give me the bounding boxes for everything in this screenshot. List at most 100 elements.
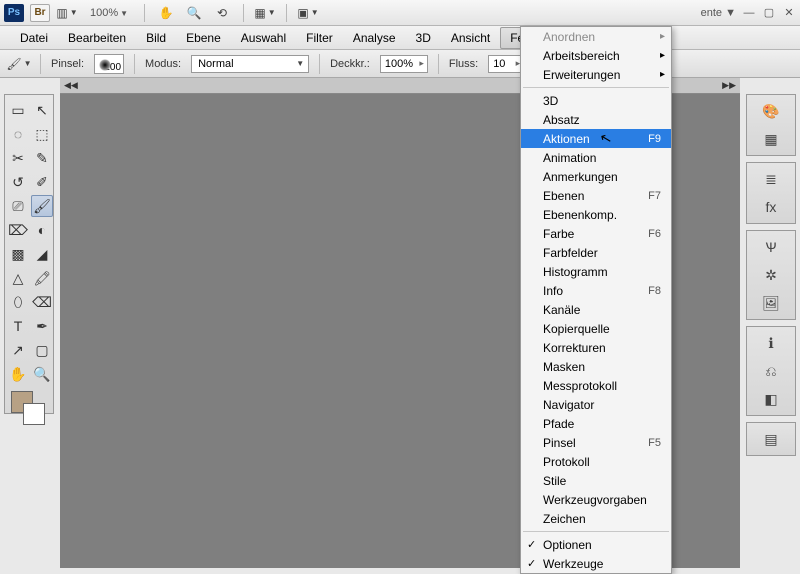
menu-filter[interactable]: Filter [296, 27, 343, 49]
menu-item-farbe[interactable]: FarbeF6 [521, 224, 671, 243]
menu-item-werkzeugvorgaben[interactable]: Werkzeugvorgaben [521, 490, 671, 509]
panel-icon-3-2[interactable]: ◧ [759, 387, 783, 411]
minimize-button[interactable]: — [742, 6, 756, 20]
menu-item-messprotokoll[interactable]: Messprotokoll [521, 376, 671, 395]
checkmark-icon: ✓ [527, 557, 536, 570]
panel-icon-3-0[interactable]: ℹ [759, 331, 783, 355]
tool-2[interactable]: ◌ [7, 123, 29, 145]
menu-item-protokoll[interactable]: Protokoll [521, 452, 671, 471]
separator [134, 54, 135, 74]
tool-4[interactable]: ✂ [7, 147, 29, 169]
menu-datei[interactable]: Datei [10, 27, 58, 49]
menu-item-absatz[interactable]: Absatz [521, 110, 671, 129]
menu-item-histogramm[interactable]: Histogramm [521, 262, 671, 281]
menu-item-farbfelder[interactable]: Farbfelder [521, 243, 671, 262]
menu-item-anordnen[interactable]: Anordnen [521, 27, 671, 46]
workspace-switcher[interactable]: ente ▼ [701, 7, 736, 19]
menu-item-erweiterungen[interactable]: Erweiterungen [521, 65, 671, 84]
menu-item-ebenenkomp-[interactable]: Ebenenkomp. [521, 205, 671, 224]
hand-tool-icon[interactable]: ✋ [155, 3, 177, 23]
blend-mode-select[interactable]: Normal [191, 55, 309, 73]
tool-3[interactable]: ⬚ [31, 123, 53, 145]
tool-13[interactable]: ◢ [31, 243, 53, 265]
menu-item-optionen[interactable]: ✓Optionen [521, 535, 671, 554]
tool-8[interactable]: ⎚ [7, 195, 29, 217]
menu-item-kan-le[interactable]: Kanäle [521, 300, 671, 319]
panel-group-0: 🎨▦ [746, 94, 796, 156]
menu-item-anmerkungen[interactable]: Anmerkungen [521, 167, 671, 186]
menu-item-info[interactable]: InfoF8 [521, 281, 671, 300]
panel-icon-2-1[interactable]: ✲ [759, 263, 783, 287]
zoom-level[interactable]: 100%▼ [90, 7, 128, 19]
maximize-button[interactable]: ▢ [762, 6, 776, 20]
tool-16[interactable]: ⬯ [7, 291, 29, 313]
brush-size-value: 200 [104, 62, 121, 73]
menu-item-pfade[interactable]: Pfade [521, 414, 671, 433]
zoom-tool-icon[interactable]: 🔍 [183, 3, 205, 23]
tool-20[interactable]: ↗ [7, 339, 29, 361]
tool-23[interactable]: 🔍 [31, 363, 53, 385]
menu-item-pinsel[interactable]: PinselF5 [521, 433, 671, 452]
menu-separator [523, 87, 669, 88]
menu-ansicht[interactable]: Ansicht [441, 27, 500, 49]
menu-3d[interactable]: 3D [406, 27, 441, 49]
color-swatches[interactable] [7, 387, 53, 427]
menu-item-werkzeuge[interactable]: ✓Werkzeuge [521, 554, 671, 573]
menu-item-3d[interactable]: 3D [521, 91, 671, 110]
tool-22[interactable]: ✋ [7, 363, 29, 385]
tool-6[interactable]: ↺ [7, 171, 29, 193]
menu-item-arbeitsbereich[interactable]: Arbeitsbereich [521, 46, 671, 65]
film-strip-icon[interactable]: ▥▼ [56, 3, 78, 23]
menu-item-kopierquelle[interactable]: Kopierquelle [521, 319, 671, 338]
close-button[interactable]: ✕ [782, 6, 796, 20]
tool-0[interactable]: ▭ [7, 99, 29, 121]
separator [438, 54, 439, 74]
menu-ebene[interactable]: Ebene [176, 27, 231, 49]
tool-5[interactable]: ✎ [31, 147, 53, 169]
menu-item-stile[interactable]: Stile [521, 471, 671, 490]
panel-icon-3-1[interactable]: ⎌ [759, 359, 783, 383]
tool-11[interactable]: ◐ [31, 219, 53, 241]
tool-12[interactable]: ▩ [7, 243, 29, 265]
bridge-logo-icon[interactable]: Br [30, 4, 50, 22]
menu-bild[interactable]: Bild [136, 27, 176, 49]
panel-icon-0-1[interactable]: ▦ [759, 127, 783, 151]
menu-item-masken[interactable]: Masken [521, 357, 671, 376]
panel-icon-2-0[interactable]: Ѱ [759, 235, 783, 259]
background-swatch[interactable] [23, 403, 45, 425]
tool-18[interactable]: T [7, 315, 29, 337]
panel-icon-1-1[interactable]: fx [759, 195, 783, 219]
menu-item-ebenen[interactable]: EbenenF7 [521, 186, 671, 205]
tool-9[interactable]: 🖌 [31, 195, 53, 217]
ps-logo-icon[interactable]: Ps [4, 4, 24, 22]
collapse-left-icon[interactable]: ◀◀ [64, 80, 78, 91]
tool-7[interactable]: ✐ [31, 171, 53, 193]
tool-preset-icon[interactable]: 🖌▼ [8, 54, 30, 74]
menu-item-animation[interactable]: Animation [521, 148, 671, 167]
menu-item-zeichen[interactable]: Zeichen [521, 509, 671, 528]
menu-bearbeiten[interactable]: Bearbeiten [58, 27, 136, 49]
menu-analyse[interactable]: Analyse [343, 27, 406, 49]
tool-19[interactable]: ✒ [31, 315, 53, 337]
panel-icon-4-0[interactable]: ▤ [759, 427, 783, 451]
tool-14[interactable]: △ [7, 267, 29, 289]
screen-mode-icon[interactable]: ▣▼ [297, 3, 319, 23]
panel-icon-0-0[interactable]: 🎨 [759, 99, 783, 123]
flow-input[interactable]: 10 [488, 55, 524, 73]
brush-preview[interactable]: 200 [94, 54, 124, 74]
opacity-input[interactable]: 100% [380, 55, 428, 73]
arrange-documents-icon[interactable]: ▦▼ [254, 3, 276, 23]
tool-15[interactable]: 🖍 [31, 267, 53, 289]
menu-auswahl[interactable]: Auswahl [231, 27, 296, 49]
menu-item-aktionen[interactable]: AktionenF9 [521, 129, 671, 148]
tool-21[interactable]: ▢ [31, 339, 53, 361]
panel-icon-1-0[interactable]: ≣ [759, 167, 783, 191]
menu-item-korrekturen[interactable]: Korrekturen [521, 338, 671, 357]
menu-item-navigator[interactable]: Navigator [521, 395, 671, 414]
collapse-right-icon[interactable]: ▶▶ [722, 80, 736, 91]
panel-icon-2-2[interactable]: 🖼 [759, 291, 783, 315]
rotate-view-icon[interactable]: ⟲ [211, 3, 233, 23]
tool-1[interactable]: ↖ [31, 99, 53, 121]
tool-10[interactable]: ⌦ [7, 219, 29, 241]
tool-17[interactable]: ⌫ [31, 291, 53, 313]
